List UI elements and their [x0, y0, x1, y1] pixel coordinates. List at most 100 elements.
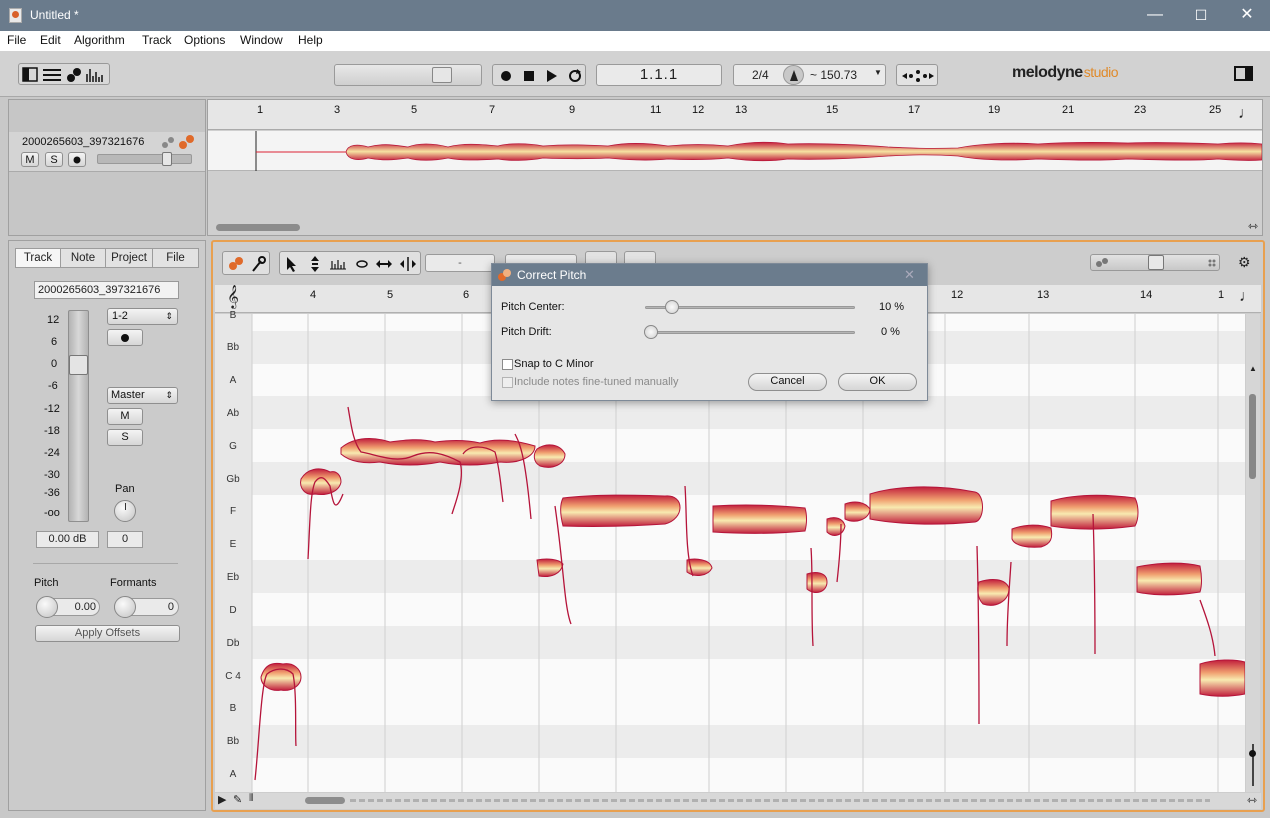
brand-name: melodyne [1012, 64, 1083, 81]
volume-fader[interactable] [68, 310, 89, 522]
solo-button[interactable]: S [107, 429, 143, 446]
menu-help[interactable]: Help [298, 33, 323, 47]
tempo-detect-button[interactable] [896, 64, 938, 86]
bar-number: 6 [463, 289, 470, 301]
output-select[interactable]: Master ⇕ [107, 387, 178, 404]
pitch-offset-control[interactable]: 0.00 [36, 596, 100, 618]
view-mode-icons[interactable] [19, 64, 111, 86]
tempo-value[interactable]: ~ 150.73 [810, 68, 857, 82]
play-marker-icon[interactable]: ▶ [218, 793, 226, 806]
menu-track[interactable]: Track [142, 33, 172, 47]
vertical-zoom-knob[interactable] [1249, 750, 1256, 757]
inspector-track-name-field[interactable]: 2000265603_397321676 [34, 281, 179, 299]
track-header[interactable]: 2000265603_397321676 M S [9, 132, 205, 172]
pan-value-field[interactable]: 0 [107, 531, 143, 548]
dialog-title-bar[interactable]: Correct Pitch ✕ [492, 264, 927, 286]
mute-button[interactable]: M [107, 408, 143, 425]
pitch-label: B [229, 310, 237, 321]
track-list-panel: 2000265603_397321676 M S [8, 99, 206, 236]
pitch-drift-knob[interactable] [644, 325, 658, 339]
note-value-icon[interactable]: ♩ [1238, 105, 1254, 123]
formants-knob[interactable] [114, 596, 136, 618]
pitch-drift-slider[interactable] [645, 331, 855, 334]
separation-tool-icon[interactable] [400, 257, 416, 271]
close-button[interactable]: ✕ [1224, 0, 1270, 31]
pitch-center-knob[interactable] [664, 300, 679, 314]
pitch-knob[interactable] [36, 596, 58, 618]
tab-track[interactable]: Track [15, 248, 61, 268]
inspector-panel [8, 240, 206, 811]
play-icon[interactable] [547, 70, 557, 82]
dialog-close-icon[interactable]: ✕ [904, 267, 915, 283]
slider-thumb[interactable] [432, 67, 452, 83]
editor-zoom-slider[interactable] [1090, 254, 1220, 271]
cancel-button[interactable]: Cancel [748, 373, 827, 391]
volume-db-field[interactable]: 0.00 dB [36, 531, 99, 548]
amplitude-tool-icon[interactable] [356, 260, 368, 268]
menu-edit[interactable]: Edit [40, 33, 61, 47]
editor-value-field[interactable]: - [425, 254, 495, 272]
scroll-up-icon[interactable]: ▲ [1249, 364, 1257, 373]
tempo-display[interactable]: 2/4 ~ 150.73 ▼ [733, 64, 886, 86]
pitch-label: Eb [226, 572, 240, 583]
overview-waveform-lane[interactable] [208, 131, 1263, 171]
record-enable-button[interactable] [107, 329, 143, 346]
bars-icon[interactable]: ⦀ [249, 793, 253, 804]
tab-project[interactable]: Project [105, 248, 153, 268]
apply-offsets-button[interactable]: Apply Offsets [35, 625, 180, 642]
pitch-label: A [229, 769, 237, 780]
overview-scrollbar[interactable] [216, 224, 300, 231]
metronome-icon[interactable] [783, 65, 804, 85]
input-select[interactable]: 1-2 ⇕ [107, 308, 178, 325]
pitch-label: E [229, 539, 237, 550]
zoom-fit-icon[interactable]: ⇿ [1247, 793, 1257, 807]
loop-icon[interactable] [569, 69, 581, 82]
zoom-slider-thumb[interactable] [1148, 255, 1164, 270]
menu-algorithm[interactable]: Algorithm [74, 33, 125, 47]
record-icon[interactable] [501, 71, 511, 81]
formants-offset-control[interactable]: 0 [114, 596, 179, 618]
pan-knob[interactable] [114, 500, 136, 522]
main-tool-icon[interactable] [287, 257, 296, 272]
view-mode-group [18, 63, 110, 85]
menu-options[interactable]: Options [184, 33, 225, 47]
settings-gear-icon[interactable]: ⚙ [1238, 254, 1251, 271]
horizontal-overview-strip[interactable] [350, 799, 1210, 802]
tab-file[interactable]: File [152, 248, 199, 268]
vertical-scroll-strip[interactable]: ▲ [1246, 314, 1260, 792]
track-record-button[interactable] [68, 152, 86, 167]
overview-ruler[interactable]: 1 3 5 7 9 11 12 13 15 17 19 21 23 25 ♩ [208, 100, 1262, 130]
track-volume-slider[interactable] [97, 152, 192, 166]
zoom-fit-icon[interactable]: ⇿ [1248, 219, 1258, 233]
treble-clef-icon[interactable]: 𝄞 [227, 286, 239, 309]
stop-icon[interactable] [524, 71, 534, 81]
snap-checkbox[interactable] [502, 359, 513, 370]
scrub-icon[interactable]: ✎ [233, 793, 242, 806]
db-scale-label: -36 [44, 487, 60, 499]
wrench-icon[interactable] [252, 256, 266, 272]
time-tool-icon[interactable] [376, 260, 392, 268]
time-signature[interactable]: 2/4 [752, 68, 769, 82]
include-fine-tuned-checkbox[interactable] [502, 377, 513, 388]
menu-window[interactable]: Window [240, 33, 283, 47]
pitch-blob-tool-icon[interactable] [229, 257, 243, 270]
vertical-scroll-thumb[interactable] [1249, 394, 1256, 479]
fader-thumb[interactable] [69, 355, 88, 375]
ok-button[interactable]: OK [838, 373, 917, 391]
maximize-button[interactable]: ☐ [1178, 0, 1224, 31]
overview-blob-strip [255, 131, 1263, 171]
playback-volume-slider[interactable] [334, 64, 482, 86]
minimize-button[interactable]: — [1132, 0, 1178, 31]
pitch-tool-icon[interactable] [311, 256, 319, 272]
position-display[interactable]: 1.1.1 [596, 64, 722, 86]
track-solo-button[interactable]: S [45, 152, 63, 167]
bar-number: 1 [1218, 289, 1225, 301]
tempo-dropdown-icon[interactable]: ▼ [874, 68, 882, 77]
inspector-toggle-icon[interactable] [1234, 66, 1253, 81]
track-mute-button[interactable]: M [21, 152, 39, 167]
tab-note[interactable]: Note [60, 248, 106, 268]
horizontal-scroll-thumb[interactable] [305, 797, 345, 804]
note-value-icon[interactable]: ♩ [1239, 288, 1255, 306]
formant-tool-icon[interactable] [330, 260, 346, 270]
menu-file[interactable]: File [7, 33, 26, 47]
